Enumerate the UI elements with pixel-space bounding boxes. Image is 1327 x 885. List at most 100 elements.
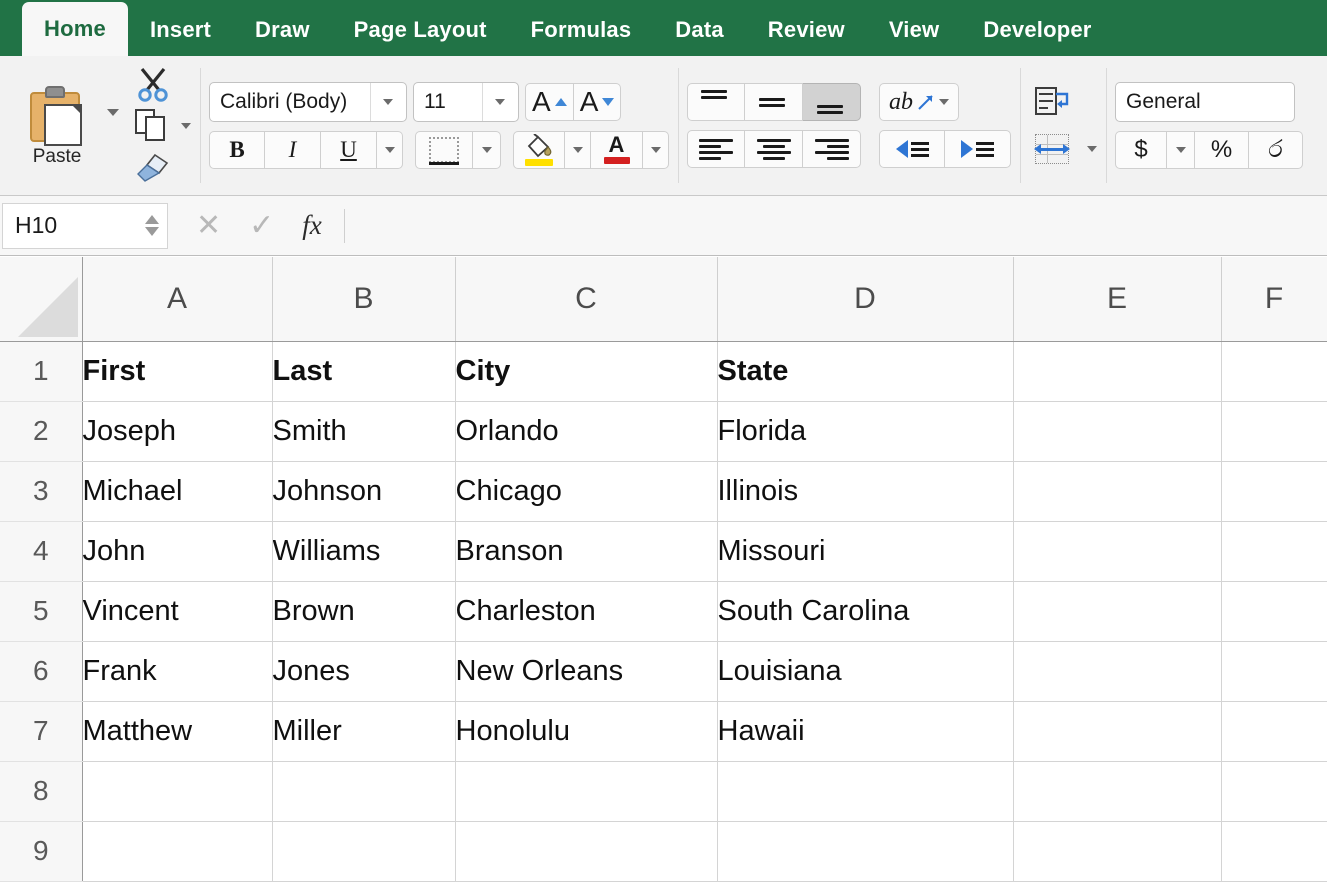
cell-A3[interactable]: Michael	[82, 461, 273, 522]
paste-button[interactable]: Paste	[9, 84, 105, 168]
cell-C3[interactable]: Chicago	[455, 461, 718, 522]
borders-dropdown[interactable]	[473, 131, 501, 169]
cell-A9[interactable]	[82, 821, 273, 882]
font-color-button[interactable]: A	[591, 131, 643, 169]
formula-input[interactable]	[345, 206, 1327, 246]
italic-button[interactable]: I	[265, 131, 321, 169]
cell-B1[interactable]: Last	[272, 341, 456, 402]
fill-color-button[interactable]	[513, 131, 565, 169]
cell-E5[interactable]	[1013, 581, 1222, 642]
cell-D8[interactable]	[717, 761, 1014, 822]
ribbon-tab-view[interactable]: View	[867, 4, 962, 56]
cell-F5[interactable]	[1221, 581, 1327, 642]
ribbon-tab-review[interactable]: Review	[746, 4, 867, 56]
shrink-font-button[interactable]: A	[573, 83, 622, 121]
cell-A2[interactable]: Joseph	[82, 401, 273, 462]
row-header-6[interactable]: 6	[0, 641, 83, 702]
cell-E4[interactable]	[1013, 521, 1222, 582]
wrap-text-button[interactable]	[1029, 83, 1075, 121]
cell-D4[interactable]: Missouri	[717, 521, 1014, 582]
row-header-2[interactable]: 2	[0, 401, 83, 462]
row-header-5[interactable]: 5	[0, 581, 83, 642]
cell-A5[interactable]: Vincent	[82, 581, 273, 642]
text-orientation-button[interactable]: ab	[879, 83, 959, 121]
cell-C6[interactable]: New Orleans	[455, 641, 718, 702]
cell-F8[interactable]	[1221, 761, 1327, 822]
ribbon-tab-formulas[interactable]: Formulas	[509, 4, 654, 56]
cell-A8[interactable]	[82, 761, 273, 822]
cell-B9[interactable]	[272, 821, 456, 882]
ribbon-tab-page-layout[interactable]: Page Layout	[332, 4, 509, 56]
currency-format-button[interactable]: $	[1115, 131, 1167, 169]
copy-button[interactable]	[129, 107, 175, 145]
align-middle-button[interactable]	[745, 83, 803, 121]
spreadsheet-grid[interactable]: ABCDEF 1 First Last City State 2 Joseph Smith Or…	[0, 257, 1327, 885]
name-box[interactable]: H10	[2, 202, 168, 249]
cell-B8[interactable]	[272, 761, 456, 822]
currency-dropdown[interactable]	[1167, 131, 1195, 169]
cell-B2[interactable]: Smith	[272, 401, 456, 462]
cell-E1[interactable]	[1013, 341, 1222, 402]
column-header-E[interactable]: E	[1013, 257, 1222, 342]
spinner-up-icon[interactable]	[145, 215, 159, 224]
cell-F7[interactable]	[1221, 701, 1327, 762]
cell-D5[interactable]: South Carolina	[717, 581, 1014, 642]
cell-D9[interactable]	[717, 821, 1014, 882]
align-left-button[interactable]	[687, 130, 745, 168]
cell-A6[interactable]: Frank	[82, 641, 273, 702]
column-header-D[interactable]: D	[717, 257, 1014, 342]
row-header-7[interactable]: 7	[0, 701, 83, 762]
cell-C5[interactable]: Charleston	[455, 581, 718, 642]
font-size-dropdown[interactable]	[482, 83, 516, 121]
bold-button[interactable]: B	[209, 131, 265, 169]
ribbon-tab-draw[interactable]: Draw	[233, 4, 332, 56]
cell-E2[interactable]	[1013, 401, 1222, 462]
cell-B4[interactable]: Williams	[272, 521, 456, 582]
cell-A1[interactable]: First	[82, 341, 273, 402]
spinner-down-icon[interactable]	[145, 227, 159, 236]
cell-A7[interactable]: Matthew	[82, 701, 273, 762]
cell-C8[interactable]	[455, 761, 718, 822]
select-all-button[interactable]	[0, 257, 83, 342]
increase-indent-button[interactable]	[945, 130, 1011, 168]
cell-E8[interactable]	[1013, 761, 1222, 822]
paste-dropdown-caret[interactable]	[107, 109, 119, 116]
copy-dropdown-caret[interactable]	[181, 122, 191, 129]
cell-F1[interactable]	[1221, 341, 1327, 402]
percent-format-button[interactable]: %	[1195, 131, 1249, 169]
cell-F3[interactable]	[1221, 461, 1327, 522]
cancel-icon[interactable]: ✕	[196, 210, 221, 241]
column-header-C[interactable]: C	[455, 257, 718, 342]
cell-E6[interactable]	[1013, 641, 1222, 702]
cell-D3[interactable]: Illinois	[717, 461, 1014, 522]
row-header-9[interactable]: 9	[0, 821, 83, 882]
cell-B7[interactable]: Miller	[272, 701, 456, 762]
underline-button[interactable]: U	[321, 131, 377, 169]
row-header-3[interactable]: 3	[0, 461, 83, 522]
cell-D2[interactable]: Florida	[717, 401, 1014, 462]
comma-format-button[interactable]: ෮	[1249, 131, 1303, 169]
font-size-combo[interactable]: 11	[413, 82, 519, 122]
cell-B5[interactable]: Brown	[272, 581, 456, 642]
cell-C2[interactable]: Orlando	[455, 401, 718, 462]
column-header-A[interactable]: A	[82, 257, 273, 342]
row-header-8[interactable]: 8	[0, 761, 83, 822]
cell-F9[interactable]	[1221, 821, 1327, 882]
cell-E3[interactable]	[1013, 461, 1222, 522]
font-color-dropdown[interactable]	[643, 131, 669, 169]
fill-color-dropdown[interactable]	[565, 131, 591, 169]
merge-cells-button[interactable]	[1029, 130, 1075, 168]
cell-A4[interactable]: John	[82, 521, 273, 582]
cell-C7[interactable]: Honolulu	[455, 701, 718, 762]
merge-cells-dropdown-caret[interactable]	[1087, 146, 1097, 152]
cell-D6[interactable]: Louisiana	[717, 641, 1014, 702]
cell-F4[interactable]	[1221, 521, 1327, 582]
cell-C1[interactable]: City	[455, 341, 718, 402]
row-header-1[interactable]: 1	[0, 341, 83, 402]
ribbon-tab-insert[interactable]: Insert	[128, 4, 233, 56]
font-name-dropdown[interactable]	[370, 83, 404, 121]
cell-B6[interactable]: Jones	[272, 641, 456, 702]
row-header-4[interactable]: 4	[0, 521, 83, 582]
cell-E9[interactable]	[1013, 821, 1222, 882]
font-name-combo[interactable]: Calibri (Body)	[209, 82, 407, 122]
